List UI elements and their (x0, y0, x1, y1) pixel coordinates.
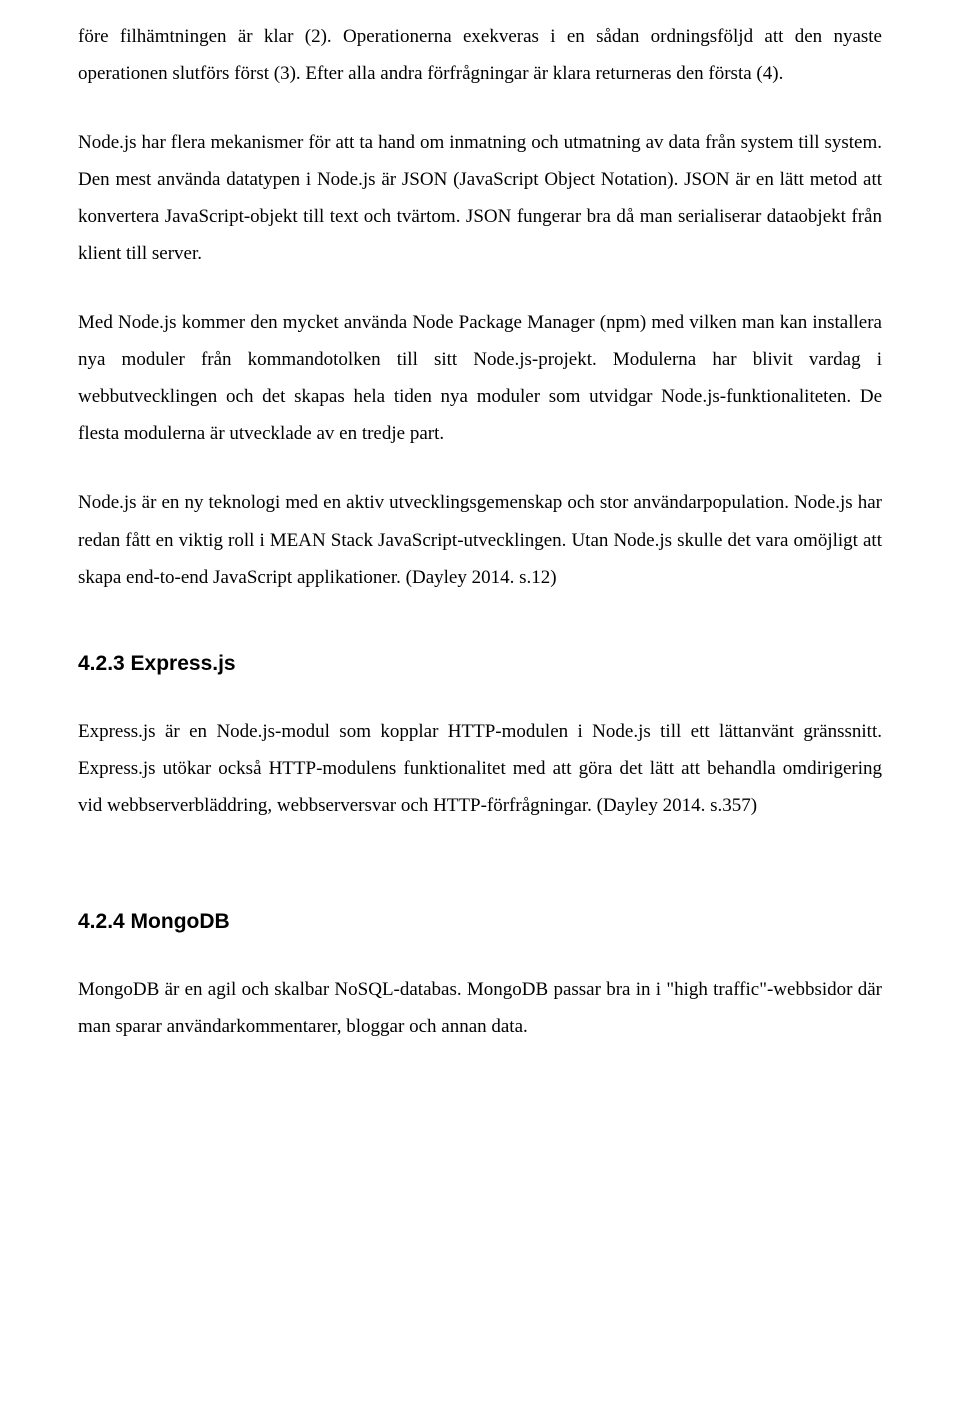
body-paragraph: före filhämtningen är klar (2). Operatio… (78, 18, 882, 92)
section-heading-mongodb: 4.2.4 MongoDB (78, 902, 882, 943)
body-paragraph: Med Node.js kommer den mycket använda No… (78, 304, 882, 452)
body-paragraph: Node.js är en ny teknologi med en aktiv … (78, 484, 882, 595)
section-heading-express: 4.2.3 Express.js (78, 644, 882, 685)
body-paragraph: MongoDB är en agil och skalbar NoSQL-dat… (78, 971, 882, 1045)
body-paragraph: Node.js har flera mekanismer för att ta … (78, 124, 882, 272)
body-paragraph: Express.js är en Node.js-modul som koppl… (78, 713, 882, 824)
